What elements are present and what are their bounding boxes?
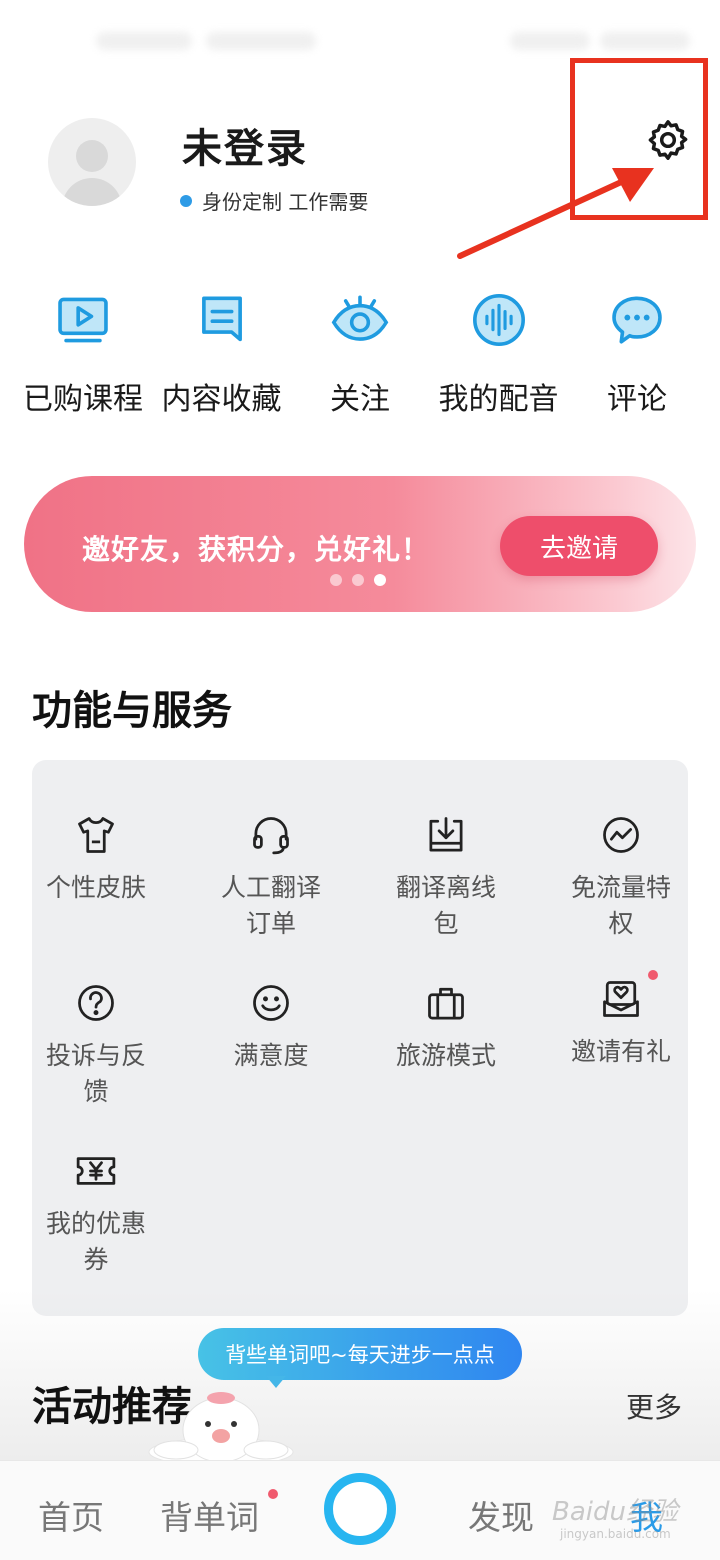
services-section-title: 功能与服务	[32, 688, 232, 734]
service-label: 邀请有礼	[570, 1037, 671, 1066]
service-travel-mode[interactable]: 旅游模式	[371, 980, 521, 1074]
service-label: 个性皮肤	[45, 873, 146, 902]
avatar[interactable]	[48, 118, 136, 206]
nav-home[interactable]: 首页	[38, 1491, 104, 1539]
profile-tagline-text: 身份定制 工作需要	[202, 190, 369, 214]
chat-bubble-icon	[605, 288, 669, 352]
service-label: 旅游模式	[395, 1041, 496, 1070]
video-play-icon	[51, 288, 115, 352]
service-custom-skin[interactable]: 个性皮肤	[21, 812, 171, 906]
bottom-navigation: 首页 背单词 发现 我 Baidu经验 jingyan.baidu.com	[0, 1460, 720, 1560]
service-label: 投诉与反馈	[45, 1041, 146, 1106]
page-dot	[330, 574, 342, 586]
quick-action-comments[interactable]: 评论	[572, 288, 702, 428]
quick-action-my-dubbing[interactable]: 我的配音	[434, 288, 564, 428]
voice-wave-icon	[467, 288, 531, 352]
nav-vocabulary[interactable]: 背单词	[160, 1489, 278, 1539]
baidu-watermark: Baidu经验	[552, 1497, 678, 1527]
quick-action-following[interactable]: 关注	[295, 288, 425, 428]
baidu-watermark-url: jingyan.baidu.com	[560, 1527, 671, 1541]
trend-circle-icon	[598, 812, 644, 858]
nav-discover[interactable]: 发现	[468, 1491, 534, 1539]
question-icon	[73, 980, 119, 1026]
service-satisfaction[interactable]: 满意度	[196, 980, 346, 1074]
more-link[interactable]: 更多	[626, 1386, 682, 1426]
suitcase-icon	[423, 980, 469, 1026]
service-label: 翻译离线包	[395, 873, 496, 938]
coupon-icon	[73, 1148, 119, 1194]
annotation-arrow	[457, 168, 654, 259]
download-box-icon	[423, 812, 469, 858]
nav-center-button[interactable]	[324, 1473, 396, 1545]
login-status-title[interactable]: 未登录	[182, 116, 308, 174]
services-panel: 个性皮肤 人工翻译订单 翻译离线包 免流量特权 投诉与反馈 满意度 旅游模式 邀…	[32, 760, 688, 1316]
banner-page-indicator	[330, 574, 386, 586]
nav-vocabulary-label: 背单词	[160, 1498, 259, 1537]
page-dot-active	[374, 574, 386, 586]
quick-action-label: 关注	[330, 382, 390, 417]
banner-text: 邀好友，获积分，兑好礼！	[82, 533, 431, 566]
headset-icon	[248, 812, 294, 858]
service-invite-reward[interactable]: 邀请有礼	[546, 970, 696, 1070]
service-label: 满意度	[233, 1041, 309, 1070]
quick-action-favorites[interactable]: 内容收藏	[157, 288, 287, 428]
service-label: 免流量特权	[570, 873, 671, 938]
service-feedback[interactable]: 投诉与反馈	[21, 980, 171, 1110]
tshirt-icon	[73, 812, 119, 858]
eye-icon	[328, 288, 392, 352]
quick-action-label: 评论	[607, 382, 667, 417]
service-label: 人工翻译订单	[220, 873, 321, 938]
quick-action-label: 已购课程	[23, 382, 143, 417]
mascot-speech-bubble[interactable]: 背些单词吧~每天进步一点点	[198, 1328, 522, 1380]
quick-actions: 已购课程 内容收藏 关注 我的配音 评论	[18, 288, 702, 428]
quick-action-label: 我的配音	[438, 382, 559, 417]
mascot-icon[interactable]	[146, 1384, 296, 1464]
smile-icon	[248, 980, 294, 1026]
quick-action-label: 内容收藏	[161, 382, 282, 417]
profile-tagline: 身份定制 工作需要	[180, 186, 368, 215]
notification-dot	[268, 1489, 278, 1499]
service-label: 我的优惠券	[45, 1209, 146, 1274]
gift-envelope-icon	[598, 970, 658, 1022]
service-my-coupons[interactable]: 我的优惠券	[21, 1148, 171, 1278]
service-offline-package[interactable]: 翻译离线包	[371, 812, 521, 942]
service-data-free[interactable]: 免流量特权	[546, 812, 696, 942]
invite-button[interactable]: 去邀请	[500, 516, 658, 576]
notification-dot	[648, 970, 658, 980]
service-human-translation[interactable]: 人工翻译订单	[196, 812, 346, 942]
bookmark-icon	[190, 288, 254, 352]
page-dot	[352, 574, 364, 586]
status-dot	[180, 194, 192, 207]
quick-action-purchased-courses[interactable]: 已购课程	[18, 288, 148, 428]
